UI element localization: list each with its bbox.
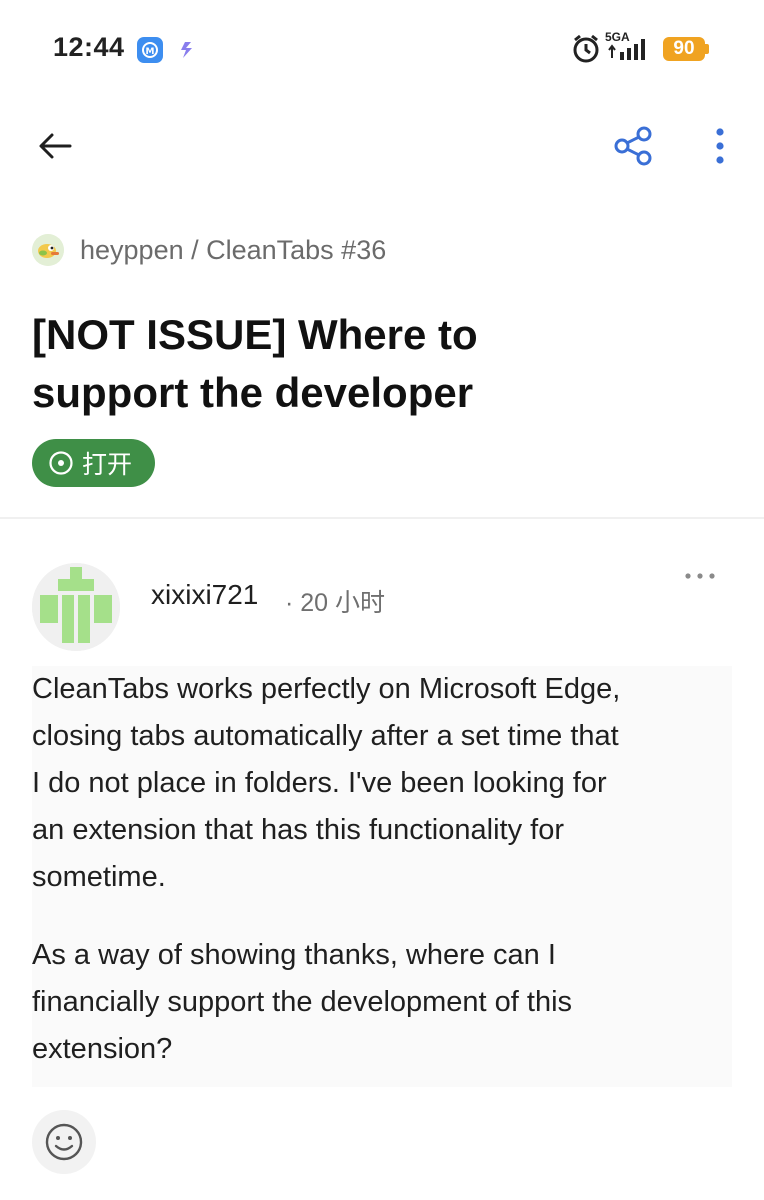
issue-title-line2: support the developer	[32, 369, 474, 416]
app-notification-icon: M	[137, 37, 163, 63]
issue-title-line1: [NOT ISSUE] Where to	[32, 311, 478, 358]
comment-line: CleanTabs works perfectly on Microsoft E…	[32, 673, 621, 705]
repo-path[interactable]: heyppen / CleanTabs #36	[80, 235, 386, 266]
comment-body: CleanTabs works perfectly on Microsoft E…	[32, 666, 732, 1087]
status-label: 打开	[82, 451, 133, 479]
issue-open-icon	[49, 451, 73, 475]
smiley-icon	[45, 1123, 83, 1161]
comment-line: extension?	[32, 1033, 173, 1065]
share-button[interactable]	[610, 122, 658, 170]
share-icon	[614, 126, 652, 166]
comment-time: · 20 小时	[285, 589, 386, 617]
comment-line: closing tabs automatically after a set t…	[32, 720, 619, 752]
battery-indicator: 90	[663, 37, 705, 61]
comment-paragraph-1: CleanTabs works perfectly on Microsoft E…	[32, 666, 732, 901]
comment-line: As a way of showing thanks, where can I	[32, 939, 556, 971]
status-bar: 12:44 M 5GA 90	[0, 0, 764, 96]
status-badge: 打开	[32, 439, 155, 487]
comment-line: I do not place in folders. I've been loo…	[32, 767, 607, 799]
more-vertical-icon	[716, 128, 724, 164]
comment-author[interactable]: xixixi721	[151, 579, 258, 611]
more-horizontal-icon	[685, 573, 715, 579]
add-reaction-button[interactable]	[32, 1110, 96, 1174]
comment-line: sometime.	[32, 861, 166, 893]
comment-paragraph-2: As a way of showing thanks, where can I …	[32, 932, 732, 1087]
more-options-button[interactable]	[706, 122, 734, 170]
breadcrumb[interactable]: heyppen / CleanTabs #36	[32, 230, 386, 270]
avatar[interactable]	[32, 563, 120, 651]
issue-title: [NOT ISSUE] Where to support the develop…	[32, 306, 732, 422]
signal-icon	[606, 36, 656, 62]
comment-more-button[interactable]	[680, 566, 720, 586]
repo-owner-avatar	[32, 234, 64, 266]
bolt-icon	[176, 36, 198, 64]
comment-line: financially support the development of t…	[32, 986, 573, 1018]
svg-text:M: M	[146, 47, 155, 57]
back-button[interactable]	[36, 128, 76, 164]
section-divider	[0, 517, 764, 519]
status-time: 12:44	[53, 32, 125, 62]
alarm-icon	[571, 33, 601, 65]
comment-line: an extension that has this functionality…	[32, 814, 564, 846]
battery-tip	[705, 44, 709, 54]
